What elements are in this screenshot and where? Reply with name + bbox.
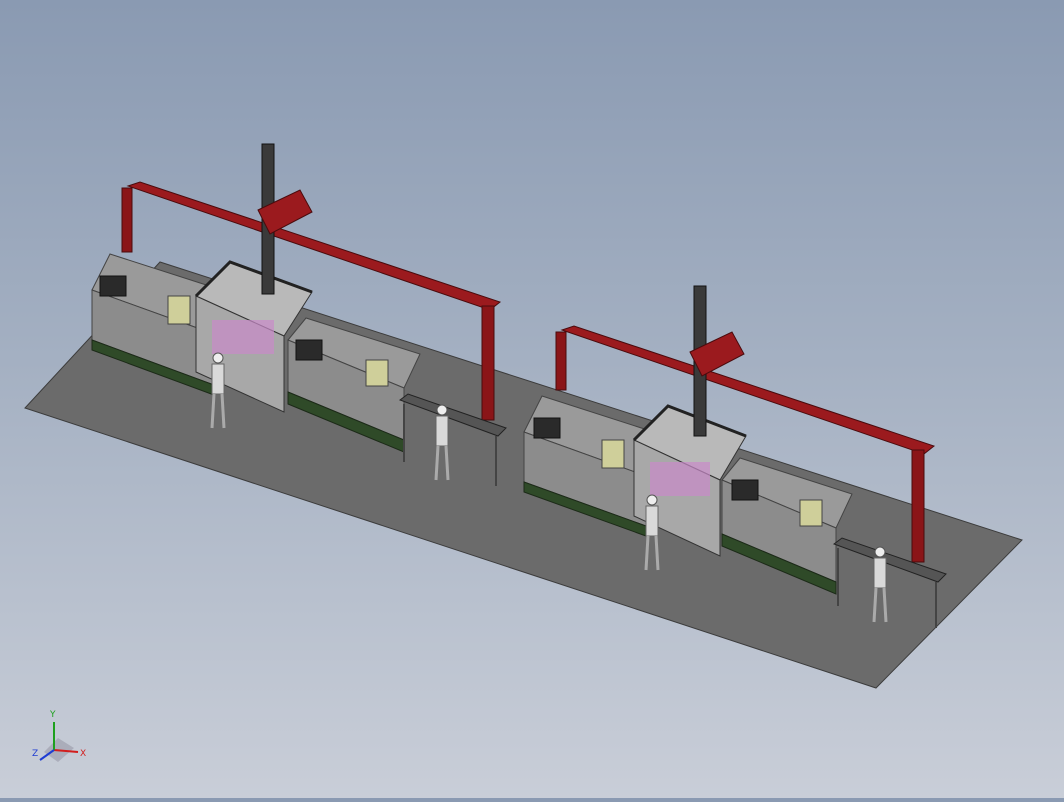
gantry-leg-1b[interactable]	[481, 305, 495, 421]
x-axis-label: X	[80, 749, 86, 759]
assembly-scene[interactable]: X Y Z	[0, 0, 1064, 798]
gantry-leg-2b[interactable]	[911, 449, 925, 563]
gantry-leg-1a[interactable]	[121, 187, 133, 253]
machine-screen	[295, 339, 323, 361]
control-panel	[601, 439, 625, 469]
parts-tray	[212, 320, 274, 354]
gantry-leg-2a[interactable]	[555, 331, 567, 391]
parts-tray	[650, 462, 710, 496]
y-axis-label: Y	[49, 710, 56, 720]
cad-viewport[interactable]: X Y Z	[0, 0, 1064, 798]
control-panel	[799, 499, 823, 527]
control-panel	[167, 295, 191, 325]
control-panel	[365, 359, 389, 387]
z-axis-label: Z	[32, 749, 38, 759]
axis-triad[interactable]: X Y Z	[32, 710, 86, 762]
machine-screen	[99, 275, 127, 297]
machine-screen	[533, 417, 561, 439]
machine-screen	[731, 479, 759, 501]
